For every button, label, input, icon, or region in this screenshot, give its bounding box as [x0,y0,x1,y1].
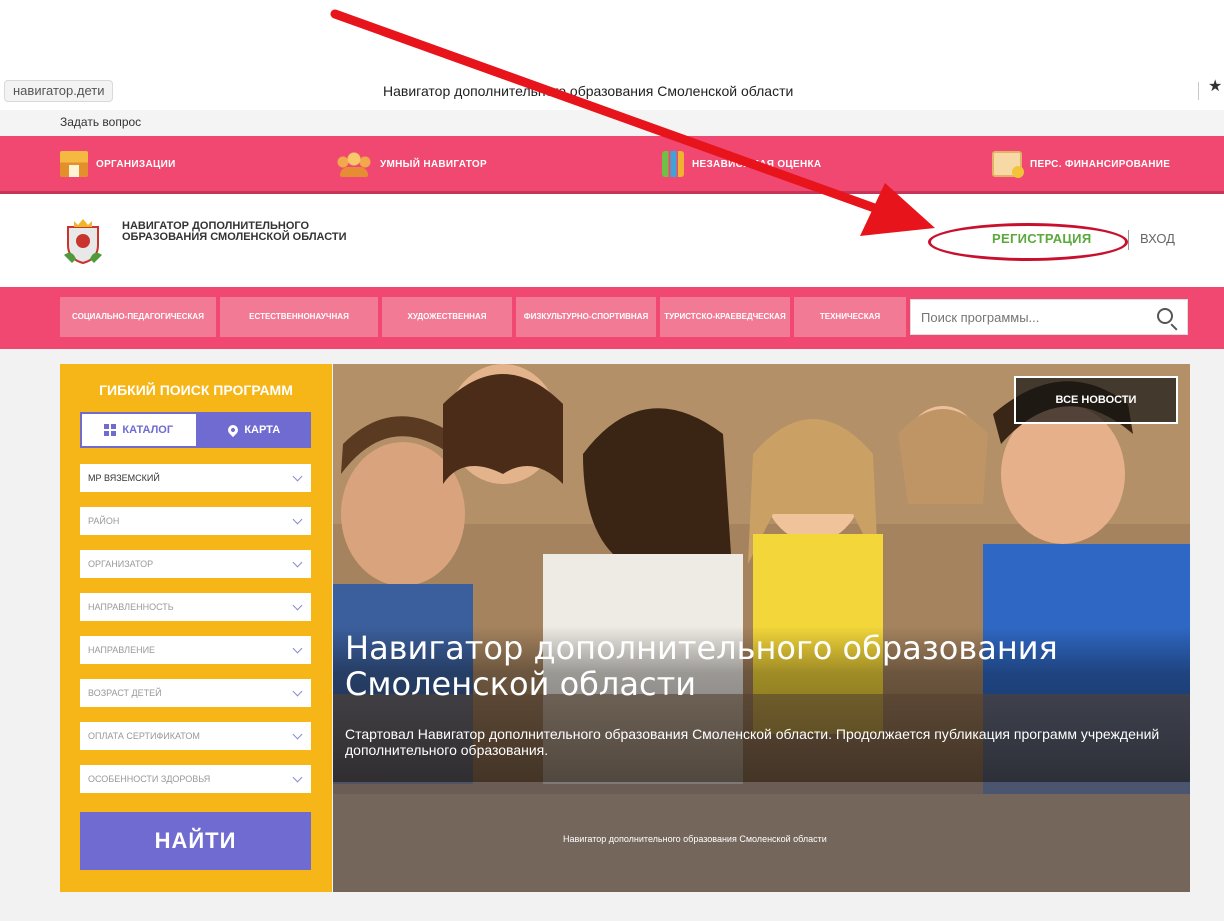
chevron-down-icon [292,471,303,481]
category-technical[interactable]: ТЕХНИЧЕСКАЯ [794,297,906,337]
filter-orientation[interactable]: НАПРАВЛЕННОСТЬ [80,593,311,621]
filter-value: ВОЗРАСТ ДЕТЕЙ [88,688,162,698]
topnav-label: ПЕРС. ФИНАНСИРОВАНИЕ [1030,158,1171,170]
all-news-button[interactable]: ВСЕ НОВОСТИ [1014,376,1178,424]
category-tourism[interactable]: ТУРИСТСКО-КРАЕВЕДЧЕСКАЯ [660,297,790,337]
panel-title: ГИБКИЙ ПОИСК ПРОГРАММ [99,382,293,398]
top-navigation: ОРГАНИЗАЦИИ УМНЫЙ НАВИГАТОР НЕЗАВИСИМАЯ … [0,136,1224,194]
filter-direction[interactable]: НАПРАВЛЕНИЕ [80,636,311,664]
ask-question-strip: Задать вопрос [0,110,1224,136]
filter-value: МР ВЯЗЕМСКИЙ [88,473,160,483]
tab-map[interactable]: КАРТА [197,412,311,448]
search-icon[interactable] [1157,308,1173,324]
category-navigation: СОЦИАЛЬНО-ПЕДАГОГИЧЕСКАЯ ЕСТЕСТВЕННОНАУЧ… [0,287,1224,349]
filter-value: ОСОБЕННОСТИ ЗДОРОВЬЯ [88,774,211,784]
topnav-label: УМНЫЙ НАВИГАТОР [380,158,487,170]
coat-of-arms-icon[interactable] [62,215,104,265]
header-divider [1128,230,1129,250]
view-tabs: КАТАЛОГ КАРТА [80,412,311,448]
browser-page-title: Навигатор дополнительного образования См… [383,83,794,99]
category-social-pedagogical[interactable]: СОЦИАЛЬНО-ПЕДАГОГИЧЕСКАЯ [60,297,216,337]
program-search [910,299,1188,335]
topnav-personal-financing[interactable]: ПЕРС. ФИНАНСИРОВАНИЕ [992,148,1170,180]
hero-description: Стартовал Навигатор дополнительного обра… [345,726,1160,758]
chevron-down-icon [292,514,303,524]
site-logo-text[interactable]: НАВИГАТОР ДОПОЛНИТЕЛЬНОГО ОБРАЗОВАНИЯ СМ… [122,221,362,243]
chevron-down-icon [292,729,303,739]
chart-icon [662,151,684,177]
chevron-down-icon [292,772,303,782]
login-link[interactable]: ВХОД [1140,231,1175,246]
register-link[interactable]: РЕГИСТРАЦИЯ [992,231,1091,246]
grid-icon [104,424,117,436]
bookmark-star-icon[interactable]: ★ [1208,76,1222,95]
money-icon [992,151,1024,178]
building-icon [60,151,88,177]
topnav-label: НЕЗАВИСИМАЯ ОЦЕНКА [692,158,822,170]
hero-banner[interactable]: ВСЕ НОВОСТИ Навигатор дополнительного об… [333,364,1190,892]
filter-value: НАПРАВЛЕННОСТЬ [88,602,174,612]
filter-child-age[interactable]: ВОЗРАСТ ДЕТЕЙ [80,679,311,707]
find-button[interactable]: НАЙТИ [80,812,311,870]
chevron-down-icon [292,686,303,696]
browser-chrome: навигатор.дети Навигатор дополнительного… [0,70,1224,110]
filter-value: ОРГАНИЗАТОР [88,559,154,569]
filter-health-features[interactable]: ОСОБЕННОСТИ ЗДОРОВЬЯ [80,765,311,793]
site-header: НАВИГАТОР ДОПОЛНИТЕЛЬНОГО ОБРАЗОВАНИЯ СМ… [0,197,1224,287]
filter-value: ОПЛАТА СЕРТИФИКАТОМ [88,731,200,741]
search-input[interactable] [911,300,1141,334]
tab-catalog[interactable]: КАТАЛОГ [80,412,198,448]
chevron-down-icon [292,643,303,653]
topnav-smart-navigator[interactable]: УМНЫЙ НАВИГАТОР [336,148,487,180]
tab-label: КАРТА [244,424,281,436]
address-bar[interactable]: навигатор.дети [4,80,114,102]
chevron-down-icon [292,557,303,567]
filter-value: РАЙОН [88,516,120,526]
hero-caption: Навигатор дополнительного образования См… [563,834,827,844]
filter-district[interactable]: РАЙОН [80,507,311,535]
map-pin-icon [226,422,241,438]
tab-label: КАТАЛОГ [122,424,174,436]
category-artistic[interactable]: ХУДОЖЕСТВЕННАЯ [382,297,512,337]
topnav-label: ОРГАНИЗАЦИИ [96,158,176,170]
chrome-divider [1198,82,1199,100]
hero-title: Навигатор дополнительного образования См… [345,629,1058,703]
topnav-organizations[interactable]: ОРГАНИЗАЦИИ [60,148,176,180]
ask-question-link[interactable]: Задать вопрос [60,115,141,129]
filter-value: НАПРАВЛЕНИЕ [88,645,156,655]
filter-municipality[interactable]: МР ВЯЗЕМСКИЙ [80,464,311,492]
filter-certificate-payment[interactable]: ОПЛАТА СЕРТИФИКАТОМ [80,722,311,750]
category-natural-science[interactable]: ЕСТЕСТВЕННОНАУЧНАЯ [220,297,378,337]
people-icon [336,151,372,177]
filter-organizer[interactable]: ОРГАНИЗАТОР [80,550,311,578]
topnav-independent-rating[interactable]: НЕЗАВИСИМАЯ ОЦЕНКА [662,148,821,180]
category-sports[interactable]: ФИЗКУЛЬТУРНО-СПОРТИВНАЯ [516,297,656,337]
chevron-down-icon [292,600,303,610]
flexible-search-panel: ГИБКИЙ ПОИСК ПРОГРАММ КАТАЛОГ КАРТА МР В… [60,364,332,892]
